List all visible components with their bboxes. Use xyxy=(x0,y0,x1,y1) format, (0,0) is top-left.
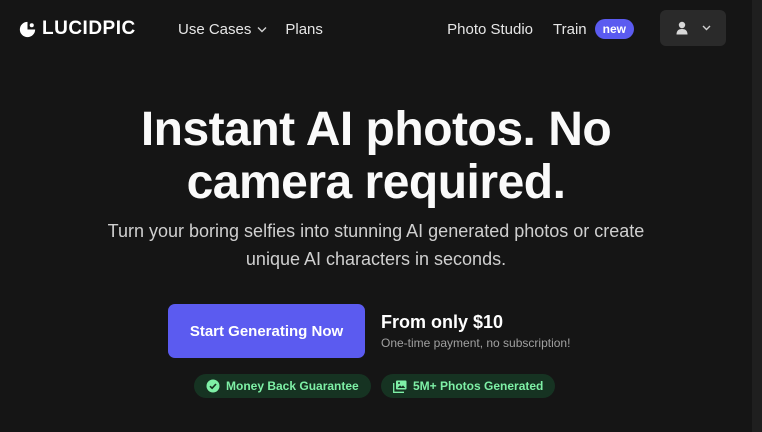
hero-title-line2: camera required. xyxy=(186,156,566,209)
hero-title-line1: Instant AI photos. No xyxy=(140,103,612,156)
photos-generated-badge: 5M+ Photos Generated xyxy=(381,374,556,398)
hero-title: Instant AI photos. No camera required. xyxy=(0,103,752,209)
money-back-badge: Money Back Guarantee xyxy=(194,374,371,398)
main-nav: Use Cases Plans xyxy=(178,21,323,38)
hero-subtitle-line1: Turn your boring selfies into stunning A… xyxy=(107,221,645,241)
hero-subtitle: Turn your boring selfies into stunning A… xyxy=(80,217,672,273)
scrollbar[interactable] xyxy=(752,0,762,432)
user-icon xyxy=(676,21,687,35)
price-main: From only $10 xyxy=(381,312,504,332)
start-generating-button[interactable]: Start Generating Now xyxy=(168,304,365,358)
nav-plans-label: Plans xyxy=(285,21,323,38)
nav-plans[interactable]: Plans xyxy=(285,21,323,38)
photos-generated-label: 5M+ Photos Generated xyxy=(413,379,544,393)
check-badge-icon xyxy=(206,379,220,393)
new-badge: new xyxy=(594,19,634,39)
chevron-down-icon xyxy=(702,25,710,31)
photos-icon xyxy=(393,380,407,393)
nav-photo-studio[interactable]: Photo Studio xyxy=(447,21,533,38)
logo-text: LUCIDPIC xyxy=(42,18,136,39)
nav-use-cases[interactable]: Use Cases xyxy=(178,21,267,38)
price-note: One-time payment, no subscription! xyxy=(381,336,571,350)
user-menu-button[interactable] xyxy=(660,10,726,46)
logo-mark-icon xyxy=(19,21,36,37)
hero-subtitle-line2: unique AI characters in seconds. xyxy=(245,249,507,269)
nav-use-cases-label: Use Cases xyxy=(178,21,252,38)
nav-train[interactable]: Train new xyxy=(553,19,634,39)
secondary-nav: Photo Studio Train new xyxy=(447,19,634,39)
page: LUCIDPIC Use Cases Plans Photo Studio Tr… xyxy=(0,0,752,432)
chevron-down-icon xyxy=(257,27,267,33)
nav-photo-studio-label: Photo Studio xyxy=(447,20,534,38)
pricing-info: From only $10 One-time payment, no subsc… xyxy=(381,311,570,350)
money-back-label: Money Back Guarantee xyxy=(226,379,359,393)
logo[interactable]: LUCIDPIC xyxy=(19,18,136,40)
nav-train-label: Train xyxy=(553,20,587,38)
